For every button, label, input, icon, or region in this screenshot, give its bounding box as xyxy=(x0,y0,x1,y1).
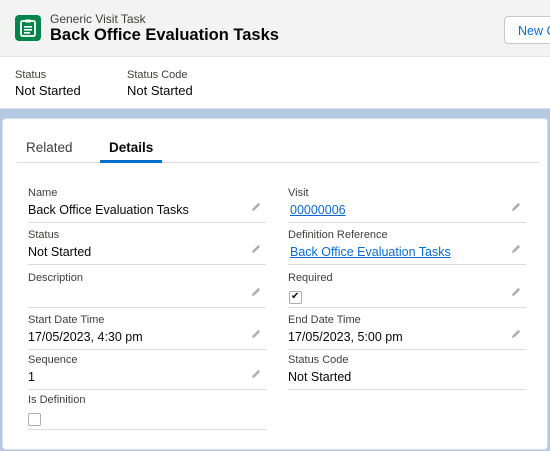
active-tab-indicator xyxy=(100,160,162,163)
field-description: Description xyxy=(28,267,266,308)
pencil-edit-icon[interactable] xyxy=(510,286,522,298)
details-card: Related Details Name Back Office Evaluat… xyxy=(2,118,548,450)
field-label: End Date Time xyxy=(288,314,361,326)
record-header-top: Generic Visit Task Back Office Evaluatio… xyxy=(0,0,550,57)
field-required: Required ✔ xyxy=(288,267,526,308)
required-checkbox[interactable]: ✔ xyxy=(289,291,302,304)
field-label: Definition Reference xyxy=(288,229,388,241)
field-value: 1 xyxy=(28,370,35,384)
checkmark-icon: ✔ xyxy=(291,291,300,302)
pencil-edit-icon[interactable] xyxy=(250,243,262,255)
pencil-edit-icon[interactable] xyxy=(250,368,262,380)
field-is-definition: Is Definition xyxy=(28,389,266,430)
pencil-edit-icon[interactable] xyxy=(510,201,522,213)
field-label: Required xyxy=(288,272,333,284)
tab-bar: Related Details xyxy=(17,132,539,163)
field-value: Back Office Evaluation Tasks xyxy=(28,203,189,217)
new-button[interactable]: New C xyxy=(504,16,550,44)
highlight-status-code-value: Not Started xyxy=(127,83,193,98)
field-status-code: Status Code Not Started xyxy=(288,349,526,390)
field-value: Not Started xyxy=(28,245,92,259)
field-value: 17/05/2023, 4:30 pm xyxy=(28,330,143,344)
highlight-status-value: Not Started xyxy=(15,83,81,98)
pencil-edit-icon[interactable] xyxy=(250,201,262,213)
record-title: Back Office Evaluation Tasks xyxy=(50,26,279,44)
field-label: Sequence xyxy=(28,354,78,366)
record-header: Generic Visit Task Back Office Evaluatio… xyxy=(0,0,550,109)
field-status: Status Not Started xyxy=(28,224,266,265)
pencil-edit-icon[interactable] xyxy=(510,328,522,340)
tab-related[interactable]: Related xyxy=(26,140,73,155)
field-label: Description xyxy=(28,272,84,284)
field-name: Name Back Office Evaluation Tasks xyxy=(28,182,266,223)
definition-reference-link[interactable]: Back Office Evaluation Tasks xyxy=(290,245,451,259)
object-type-label: Generic Visit Task xyxy=(50,12,146,26)
field-label: Start Date Time xyxy=(28,314,105,326)
tab-details[interactable]: Details xyxy=(109,140,153,155)
highlight-status-code-label: Status Code xyxy=(127,69,188,81)
field-value: 17/05/2023, 5:00 pm xyxy=(288,330,403,344)
pencil-edit-icon[interactable] xyxy=(250,286,262,298)
field-label: Name xyxy=(28,187,58,199)
field-start-date-time: Start Date Time 17/05/2023, 4:30 pm xyxy=(28,309,266,350)
highlight-status-label: Status xyxy=(15,69,47,81)
field-label: Status Code xyxy=(288,354,349,366)
visit-link[interactable]: 00000006 xyxy=(290,203,346,217)
field-definition-reference: Definition Reference Back Office Evaluat… xyxy=(288,224,526,265)
pencil-edit-icon[interactable] xyxy=(250,328,262,340)
field-label: Status xyxy=(28,229,60,241)
field-value: Not Started xyxy=(288,370,352,384)
pencil-edit-icon[interactable] xyxy=(510,243,522,255)
task-list-icon xyxy=(15,15,41,41)
is-definition-checkbox[interactable] xyxy=(28,413,41,426)
field-sequence: Sequence 1 xyxy=(28,349,266,390)
field-visit: Visit 00000006 xyxy=(288,182,526,223)
field-label: Visit xyxy=(288,187,309,199)
field-label: Is Definition xyxy=(28,394,86,406)
field-end-date-time: End Date Time 17/05/2023, 5:00 pm xyxy=(288,309,526,350)
